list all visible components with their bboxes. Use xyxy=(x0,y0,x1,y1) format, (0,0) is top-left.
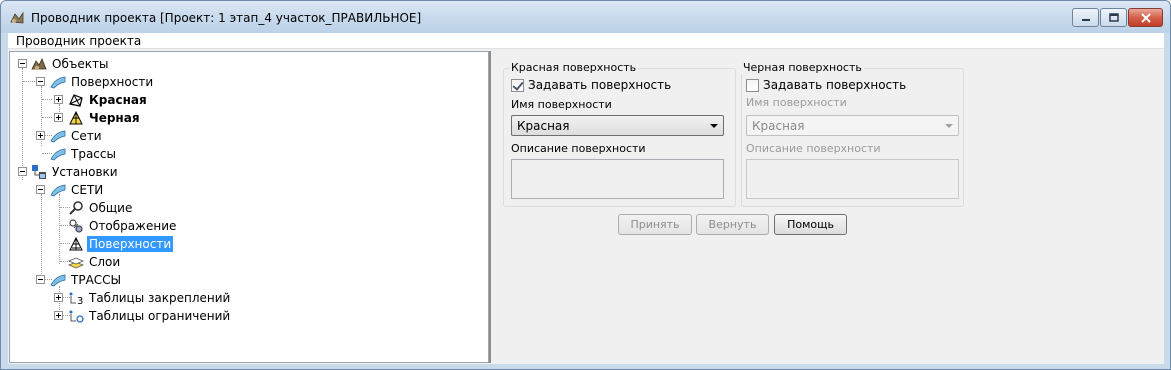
window-title: Проводник проекта [Проект: 1 этап_4 учас… xyxy=(31,11,422,25)
red-name-label: Имя поверхности xyxy=(511,98,612,111)
fixation-tables-icon: 3 xyxy=(69,292,83,306)
tree-node-surface-settings[interactable]: Поверхности xyxy=(68,235,174,253)
revert-button[interactable]: Вернуть xyxy=(696,214,769,235)
objects-icon xyxy=(31,58,47,71)
project-tree[interactable]: Объекты Поверхности Красная Черная Сети … xyxy=(9,51,489,363)
expander-restriction-tables[interactable] xyxy=(54,311,63,320)
black-desc-field[interactable] xyxy=(746,159,959,199)
surfaces-icon xyxy=(50,76,66,89)
expander-networks-settings[interactable] xyxy=(36,185,45,194)
tree-node-fixation-tables[interactable]: 3 Таблицы закреплений xyxy=(68,289,232,307)
tree-node-networks-settings[interactable]: СЕТИ xyxy=(50,181,105,199)
panel-splitter[interactable] xyxy=(489,51,491,363)
expander-routes-settings[interactable] xyxy=(36,275,45,284)
expander-settings[interactable] xyxy=(18,167,27,176)
black-set-surface-label: Задавать поверхность xyxy=(763,78,907,92)
black-surface-title: Черная поверхность xyxy=(741,61,864,74)
expander-fixation-tables[interactable] xyxy=(54,293,63,302)
close-icon xyxy=(1140,12,1151,23)
help-button[interactable]: Помощь xyxy=(774,214,847,235)
minimize-button[interactable] xyxy=(1072,8,1099,27)
red-set-surface-label: Задавать поверхность xyxy=(528,78,672,92)
chevron-down-icon xyxy=(945,124,953,128)
black-desc-label: Описание поверхности xyxy=(746,142,881,155)
apply-button[interactable]: Принять xyxy=(618,214,692,235)
routes-settings-icon xyxy=(50,274,66,287)
tree-node-display[interactable]: Отображение xyxy=(68,217,178,235)
chevron-down-icon xyxy=(710,124,718,128)
general-icon xyxy=(69,201,83,215)
tree-node-layers[interactable]: Слои xyxy=(68,253,122,271)
tree-node-routes-settings[interactable]: ТРАССЫ xyxy=(50,271,123,289)
black-set-surface-checkbox[interactable] xyxy=(746,78,759,92)
red-desc-field[interactable] xyxy=(511,159,724,199)
black-name-label: Имя поверхности xyxy=(746,96,847,109)
red-name-value: Красная xyxy=(517,119,570,133)
expander-objects[interactable] xyxy=(18,59,27,68)
networks-settings-icon xyxy=(50,184,66,197)
red-set-surface-checkbox[interactable] xyxy=(511,78,524,92)
expander-networks[interactable] xyxy=(36,131,45,140)
tree-node-objects[interactable]: Объекты xyxy=(31,55,110,73)
main-content: Объекты Поверхности Красная Черная Сети … xyxy=(8,49,1164,364)
title-bar[interactable]: Проводник проекта [Проект: 1 этап_4 учас… xyxy=(1,1,1170,33)
tree-node-red[interactable]: Красная xyxy=(68,91,149,109)
menu-bar: Проводник проекта xyxy=(8,33,1164,49)
restriction-tables-icon xyxy=(69,310,84,323)
networks-icon xyxy=(50,130,66,143)
tree-node-settings[interactable]: Установки xyxy=(31,163,120,181)
routes-icon xyxy=(50,148,66,161)
project-explorer-window: Проводник проекта [Проект: 1 этап_4 учас… xyxy=(0,0,1171,370)
tree-node-routes[interactable]: Трассы xyxy=(50,145,118,163)
red-surface-title: Красная поверхность xyxy=(509,61,639,74)
app-icon xyxy=(10,11,24,24)
black-name-combo[interactable]: Красная xyxy=(746,115,959,136)
red-name-combo[interactable]: Красная xyxy=(511,115,724,136)
display-icon xyxy=(69,219,83,233)
menu-project-explorer[interactable]: Проводник проекта xyxy=(16,34,141,48)
red-surface-icon xyxy=(69,94,83,107)
black-name-value: Красная xyxy=(752,119,805,133)
layers-icon xyxy=(68,257,84,269)
restore-icon xyxy=(1108,12,1119,22)
settings-icon xyxy=(32,165,46,179)
expander-surfaces[interactable] xyxy=(36,77,45,86)
close-button[interactable] xyxy=(1128,8,1163,27)
minimize-icon xyxy=(1081,18,1090,21)
tree-node-restriction-tables[interactable]: Таблицы ограничений xyxy=(68,307,232,325)
tree-node-networks[interactable]: Сети xyxy=(50,127,104,145)
tree-node-black[interactable]: Черная xyxy=(68,109,142,127)
tree-node-surfaces[interactable]: Поверхности xyxy=(50,73,155,91)
black-set-surface-checkbox-row[interactable]: Задавать поверхность xyxy=(746,78,906,92)
tree-node-general[interactable]: Общие xyxy=(68,199,134,217)
expander-black[interactable] xyxy=(54,113,63,122)
red-set-surface-checkbox-row[interactable]: Задавать поверхность xyxy=(511,78,671,92)
svg-text:3: 3 xyxy=(77,296,83,306)
restore-button[interactable] xyxy=(1100,8,1127,27)
red-desc-label: Описание поверхности xyxy=(511,142,646,155)
black-surface-icon xyxy=(69,110,83,125)
expander-red[interactable] xyxy=(54,95,63,104)
surface-settings-icon xyxy=(69,236,83,251)
